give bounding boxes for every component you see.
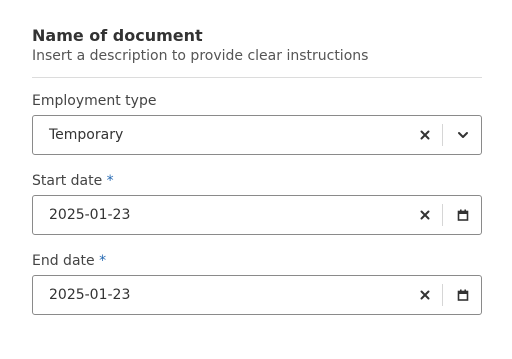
header-divider: [32, 77, 482, 78]
chevron-down-icon[interactable]: [455, 127, 471, 143]
control-separator: [442, 284, 443, 306]
control-separator: [442, 204, 443, 226]
close-icon[interactable]: [417, 207, 433, 223]
required-marker: *: [99, 253, 107, 269]
start-date-value: 2025-01-23: [49, 207, 131, 223]
close-icon[interactable]: [417, 127, 433, 143]
start-date-input[interactable]: 2025-01-23: [32, 195, 482, 235]
end-date-field: End date * 2025-01-23: [32, 252, 482, 315]
end-date-value: 2025-01-23: [49, 287, 131, 303]
required-marker: *: [106, 173, 114, 189]
employment-type-field: Employment type Temporary: [32, 92, 482, 155]
start-date-field: Start date * 2025-01-23: [32, 172, 482, 235]
document-form: Name of document Insert a description to…: [32, 26, 482, 78]
employment-type-value: Temporary: [49, 127, 124, 143]
employment-type-select[interactable]: Temporary: [32, 115, 482, 155]
calendar-icon[interactable]: [455, 207, 471, 223]
start-date-label: Start date *: [32, 173, 114, 189]
end-date-label: End date *: [32, 253, 107, 269]
calendar-icon[interactable]: [455, 287, 471, 303]
document-title: Name of document: [32, 26, 203, 45]
close-icon[interactable]: [417, 287, 433, 303]
employment-type-label: Employment type: [32, 93, 157, 109]
control-separator: [442, 124, 443, 146]
document-description: Insert a description to provide clear in…: [32, 48, 369, 64]
end-date-input[interactable]: 2025-01-23: [32, 275, 482, 315]
